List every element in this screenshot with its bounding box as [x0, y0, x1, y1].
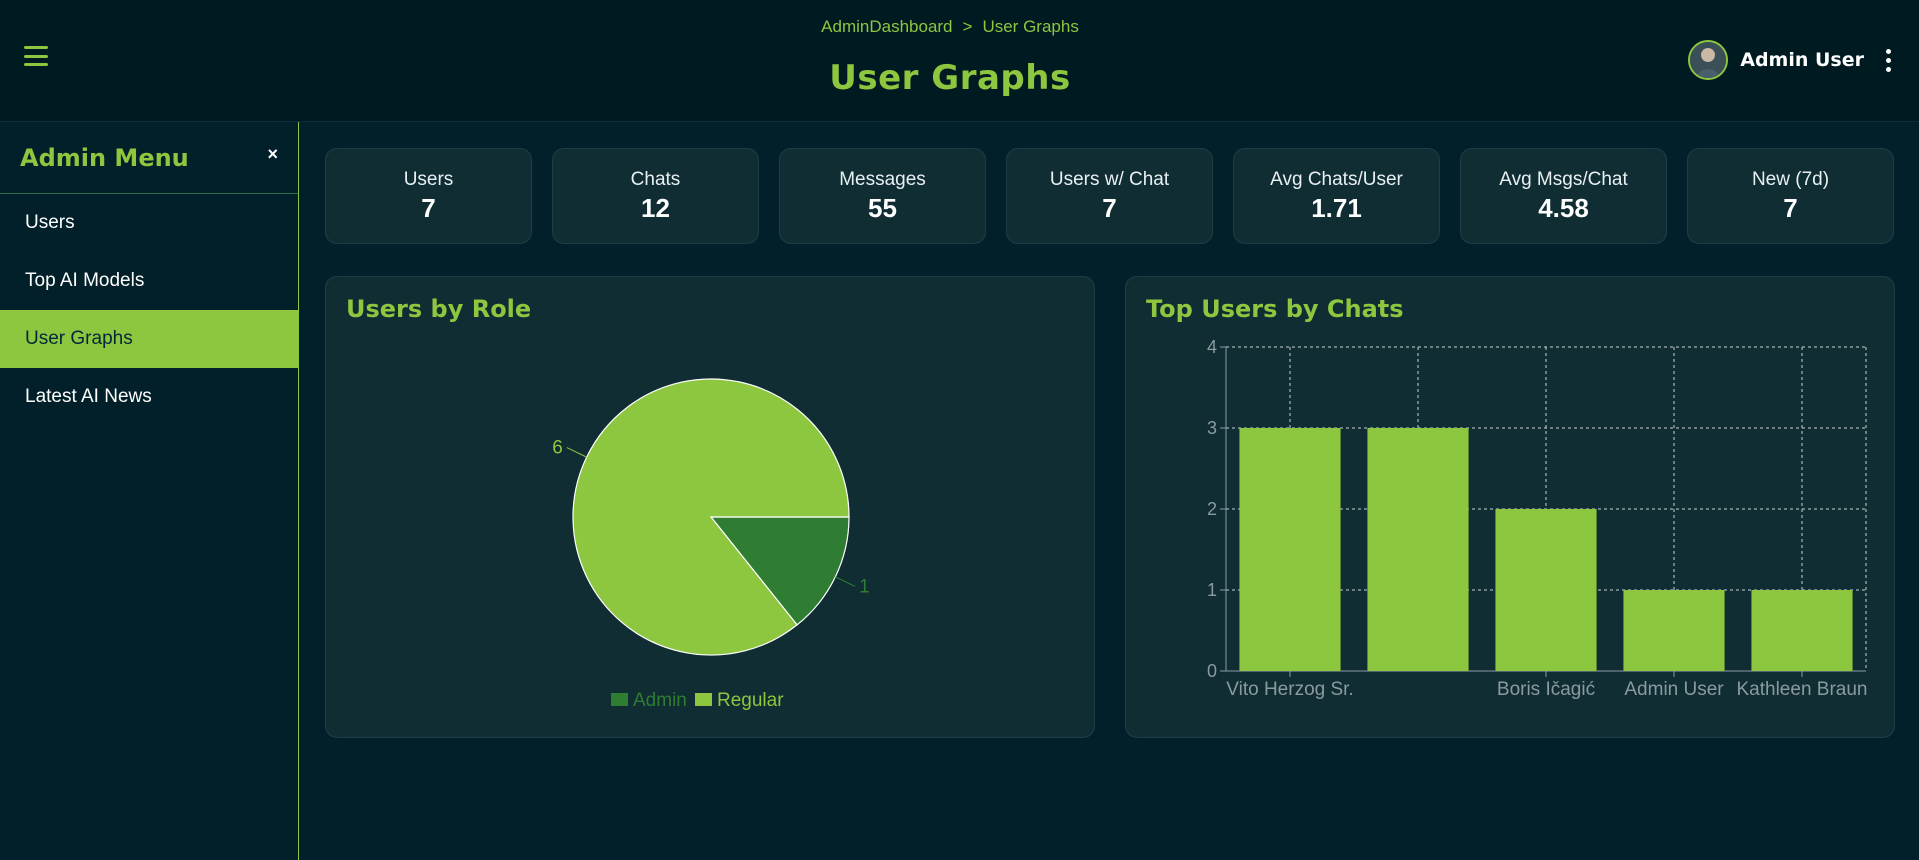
pie-data-label: 1	[859, 576, 870, 597]
stat-value: 1.71	[1311, 193, 1362, 223]
x-tick-label: Vito Herzog Sr.	[1226, 679, 1353, 700]
x-tick-label: Kathleen Braun	[1737, 679, 1868, 700]
sidebar-header: Admin Menu ×	[0, 122, 298, 194]
stat-card-new-7d: New (7d) 7	[1687, 148, 1894, 244]
stat-value: 7	[1102, 193, 1117, 223]
stat-card-avg-chats-per-user: Avg Chats/User 1.71	[1233, 148, 1440, 244]
more-vertical-icon[interactable]	[1876, 45, 1895, 76]
stats-row: Users 7 Chats 12 Messages 55 Users w/ Ch…	[325, 148, 1894, 244]
legend-swatch-admin	[611, 693, 628, 706]
stat-card-users: Users 7	[325, 148, 532, 244]
users-by-role-chart: 1 6 Admin Regular	[552, 378, 870, 711]
stat-value: 7	[1783, 193, 1798, 223]
legend-swatch-regular	[695, 693, 712, 706]
sidebar-item-latest-ai-news[interactable]: Latest AI News	[0, 368, 298, 426]
main-content: Users 7 Chats 12 Messages 55 Users w/ Ch…	[300, 122, 1919, 860]
stat-label: New (7d)	[1751, 169, 1830, 190]
sidebar-item-users[interactable]: Users	[0, 194, 298, 252]
sidebar-item-user-graphs[interactable]: User Graphs	[0, 310, 298, 368]
stat-label: Users w/ Chat	[1049, 169, 1170, 190]
stat-value: 4.58	[1538, 193, 1589, 223]
stat-card-chats: Chats 12	[552, 148, 759, 244]
bar-3[interactable]	[1623, 590, 1725, 671]
page-title: User Graphs	[829, 58, 1071, 98]
stat-value: 7	[421, 193, 436, 223]
user-menu[interactable]: Admin User	[1688, 40, 1895, 80]
legend-label-admin: Admin	[633, 690, 687, 711]
bar-4[interactable]	[1751, 590, 1853, 671]
breadcrumb-current: User Graphs	[982, 17, 1079, 36]
pie-label-line	[835, 576, 856, 587]
x-tick-label: Boris Ičagić	[1497, 679, 1595, 700]
users-by-role-panel: Users by Role 1 6 Admin Regular	[325, 276, 1095, 738]
y-tick-label: 4	[1207, 337, 1217, 357]
bar-1[interactable]	[1367, 428, 1469, 671]
y-tick-label: 2	[1207, 499, 1217, 519]
top-users-by-chats-chart: 0 1 2 3 4 Vito Herzog Sr. Boris Ičagić Admin Us…	[1207, 337, 1868, 700]
pie-label-line	[566, 447, 587, 458]
bar-2[interactable]	[1495, 509, 1597, 671]
top-users-panel: Top Users by Chats 0 1 2 3 4 Vito Herzog Sr. B…	[1125, 276, 1895, 738]
close-icon[interactable]: ×	[267, 144, 278, 165]
stat-label: Users	[403, 169, 454, 190]
stat-card-messages: Messages 55	[779, 148, 986, 244]
stat-label: Avg Chats/User	[1270, 169, 1403, 190]
x-tick-label: Admin User	[1624, 679, 1724, 700]
stat-label: Messages	[839, 169, 926, 190]
stat-value: 55	[868, 193, 897, 223]
breadcrumb-admin-dashboard[interactable]: AdminDashboard	[821, 17, 952, 36]
stat-label: Avg Msgs/Chat	[1499, 169, 1628, 190]
user-avatar[interactable]	[1688, 40, 1729, 80]
stat-card-users-with-chat: Users w/ Chat 7	[1006, 148, 1213, 244]
sidebar-item-top-ai-models[interactable]: Top AI Models	[0, 252, 298, 310]
y-tick-label: 0	[1207, 661, 1217, 681]
sidebar-title: Admin Menu	[20, 144, 189, 172]
breadcrumb: AdminDashboard > User Graphs	[0, 17, 1900, 37]
y-tick-label: 1	[1207, 580, 1217, 600]
stat-card-avg-msgs-per-chat: Avg Msgs/Chat 4.58	[1460, 148, 1667, 244]
top-bar: AdminDashboard > User Graphs User Graphs A…	[0, 0, 1919, 122]
user-name[interactable]: Admin User	[1740, 49, 1864, 71]
pie-data-label: 6	[552, 438, 563, 459]
y-tick-label: 3	[1207, 418, 1217, 438]
sidebar: Admin Menu × Users Top AI Models User Gr…	[0, 122, 299, 860]
stat-label: Chats	[630, 169, 681, 190]
legend-label-regular: Regular	[717, 690, 784, 711]
breadcrumb-separator: >	[962, 17, 973, 36]
stat-value: 12	[641, 193, 670, 223]
bar-0[interactable]	[1239, 428, 1341, 671]
